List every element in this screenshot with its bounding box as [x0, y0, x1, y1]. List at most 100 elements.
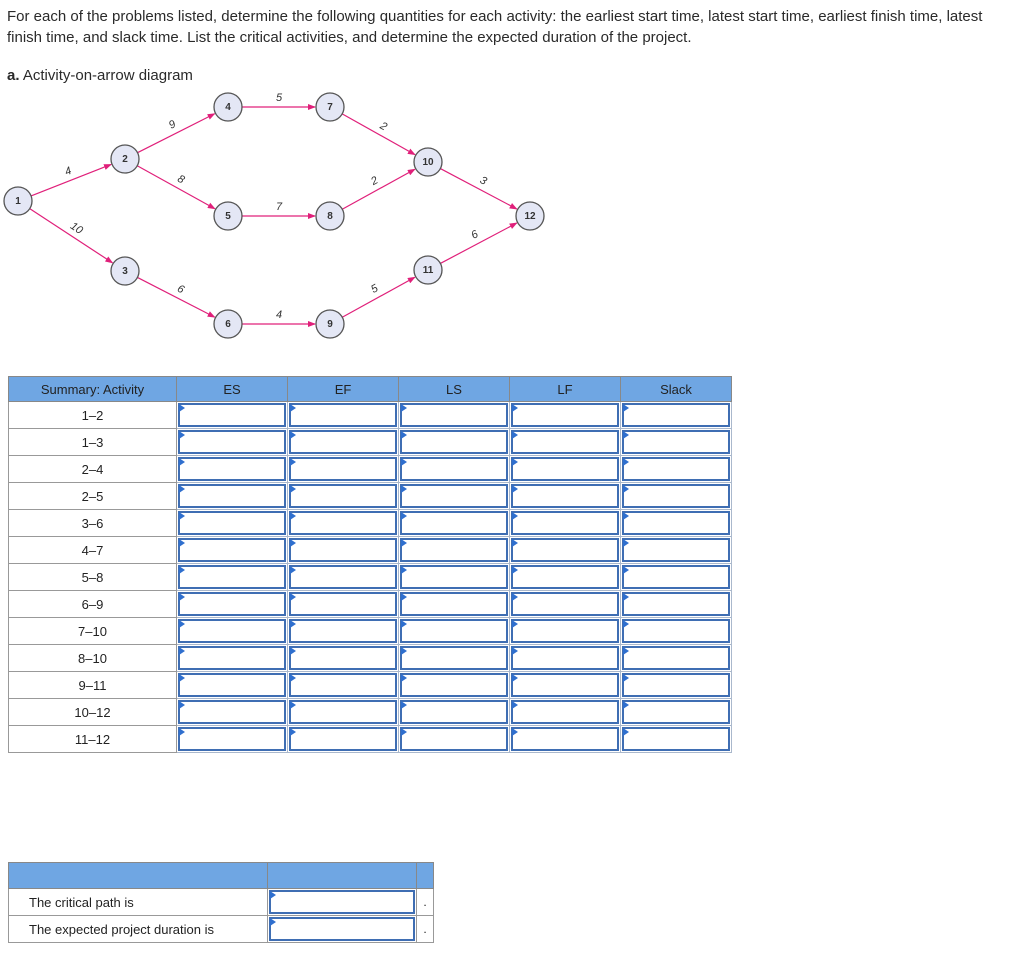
- ef-input[interactable]: [291, 702, 395, 722]
- ef-input[interactable]: [291, 513, 395, 533]
- ef-input[interactable]: [291, 432, 395, 452]
- es-input[interactable]: [180, 702, 284, 722]
- slack-input[interactable]: [624, 594, 728, 614]
- ls-input[interactable]: [402, 702, 506, 722]
- node-label: 9: [327, 319, 333, 330]
- activity-label: 4–7: [8, 536, 177, 564]
- slack-input[interactable]: [624, 675, 728, 695]
- table-row: 9–11: [8, 671, 732, 699]
- input-flag-icon: [623, 458, 629, 466]
- slack-input[interactable]: [624, 513, 728, 533]
- lf-input[interactable]: [513, 405, 617, 425]
- activity-label: 7–10: [8, 617, 177, 645]
- es-input[interactable]: [180, 594, 284, 614]
- ls-input[interactable]: [402, 513, 506, 533]
- slack-input[interactable]: [624, 729, 728, 749]
- slack-input[interactable]: [624, 432, 728, 452]
- arrow-line: [341, 168, 416, 210]
- summary-label: The critical path is: [8, 888, 268, 916]
- summary-table: The critical path is. The expected projec…: [8, 862, 434, 943]
- table-row: 2–4: [8, 455, 732, 483]
- es-input[interactable]: [180, 540, 284, 560]
- ef-input[interactable]: [291, 594, 395, 614]
- ef-input[interactable]: [291, 675, 395, 695]
- answer-box: [178, 403, 286, 427]
- cell-ef: [287, 509, 399, 537]
- lf-input[interactable]: [513, 648, 617, 668]
- ef-input[interactable]: [291, 729, 395, 749]
- answer-box: [178, 565, 286, 589]
- ef-input[interactable]: [291, 459, 395, 479]
- es-input[interactable]: [180, 621, 284, 641]
- ef-input[interactable]: [291, 486, 395, 506]
- ef-input[interactable]: [291, 648, 395, 668]
- summary-label: The expected project duration is: [8, 915, 268, 943]
- table-header-row: Summary: Activity ES EF LS LF Slack: [8, 376, 732, 402]
- es-input[interactable]: [180, 486, 284, 506]
- lf-input[interactable]: [513, 621, 617, 641]
- slack-input[interactable]: [624, 702, 728, 722]
- es-input[interactable]: [180, 432, 284, 452]
- ls-input[interactable]: [402, 432, 506, 452]
- answer-box: [178, 619, 286, 643]
- slack-input[interactable]: [624, 486, 728, 506]
- lf-input[interactable]: [513, 513, 617, 533]
- es-input[interactable]: [180, 729, 284, 749]
- lf-input[interactable]: [513, 702, 617, 722]
- ef-input[interactable]: [291, 621, 395, 641]
- ef-input[interactable]: [291, 540, 395, 560]
- ls-input[interactable]: [402, 594, 506, 614]
- column-header-slack: Slack: [620, 376, 732, 402]
- lf-input[interactable]: [513, 729, 617, 749]
- lf-input[interactable]: [513, 540, 617, 560]
- ls-input[interactable]: [402, 648, 506, 668]
- slack-input[interactable]: [624, 621, 728, 641]
- lf-input[interactable]: [513, 675, 617, 695]
- input-flag-icon: [623, 512, 629, 520]
- lf-input[interactable]: [513, 486, 617, 506]
- slack-input[interactable]: [624, 459, 728, 479]
- cell-es: [176, 401, 288, 429]
- es-input[interactable]: [180, 567, 284, 587]
- critical-path-input[interactable]: [271, 892, 413, 912]
- cell-ef: [287, 725, 399, 753]
- ls-input[interactable]: [402, 405, 506, 425]
- input-flag-icon: [290, 458, 296, 466]
- ls-input[interactable]: [402, 567, 506, 587]
- cell-ls: [398, 725, 510, 753]
- lf-input[interactable]: [513, 432, 617, 452]
- input-flag-icon: [512, 593, 518, 601]
- ls-input[interactable]: [402, 729, 506, 749]
- ls-input[interactable]: [402, 459, 506, 479]
- lf-input[interactable]: [513, 459, 617, 479]
- arrow-duration-label: 9: [167, 118, 178, 131]
- input-flag-icon: [401, 674, 407, 682]
- activity-label: 11–12: [8, 725, 177, 753]
- es-input[interactable]: [180, 675, 284, 695]
- es-input[interactable]: [180, 513, 284, 533]
- slack-input[interactable]: [624, 648, 728, 668]
- cell-ef: [287, 671, 399, 699]
- ef-input[interactable]: [291, 405, 395, 425]
- ls-input[interactable]: [402, 675, 506, 695]
- lf-input[interactable]: [513, 594, 617, 614]
- part-title: Activity-on-arrow diagram: [22, 67, 193, 84]
- es-input[interactable]: [180, 459, 284, 479]
- ls-input[interactable]: [402, 621, 506, 641]
- answer-box: [269, 917, 415, 941]
- es-input[interactable]: [180, 648, 284, 668]
- answer-box: [400, 673, 508, 697]
- slack-input[interactable]: [624, 567, 728, 587]
- project-duration-input[interactable]: [271, 919, 413, 939]
- ls-input[interactable]: [402, 486, 506, 506]
- activity-label: 9–11: [8, 671, 177, 699]
- ls-input[interactable]: [402, 540, 506, 560]
- cell-lf: [509, 671, 621, 699]
- es-input[interactable]: [180, 405, 284, 425]
- lf-input[interactable]: [513, 567, 617, 587]
- slack-input[interactable]: [624, 540, 728, 560]
- cell-ef: [287, 590, 399, 618]
- ef-input[interactable]: [291, 567, 395, 587]
- slack-input[interactable]: [624, 405, 728, 425]
- arrow-9-11: 5: [341, 276, 416, 318]
